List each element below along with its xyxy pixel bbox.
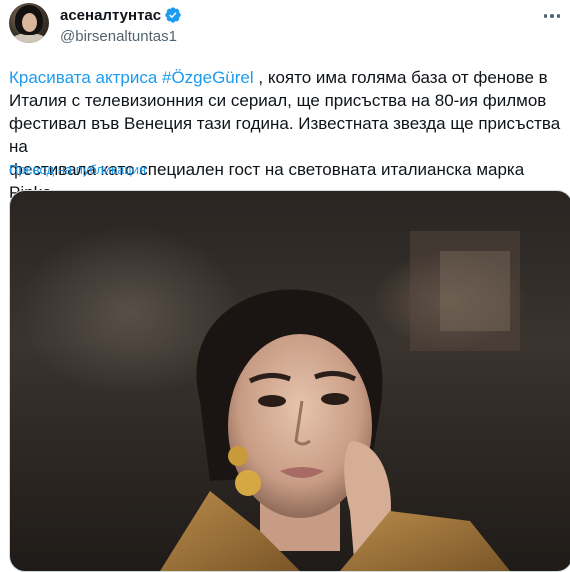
verified-badge-icon: [165, 7, 181, 23]
tweet-text-line: фестивал във Венеция тази година. Извест…: [9, 114, 561, 156]
more-dot: [543, 14, 548, 18]
more-options-icon[interactable]: [540, 4, 564, 28]
tweet-text-segment: , която има голяма база от фенове в: [253, 68, 548, 87]
tweet: асеналтунтас @birsenaltuntas1 Красивата …: [0, 0, 570, 572]
avatar[interactable]: [9, 3, 49, 43]
display-name[interactable]: асеналтунтас: [60, 7, 161, 25]
more-dot: [556, 14, 561, 18]
more-dot: [550, 14, 554, 18]
portrait-photo: [160, 231, 520, 571]
handle[interactable]: @birsenaltuntas1: [60, 28, 177, 46]
tweet-text: Красивата актриса #ÖzgeGürel , която има…: [9, 66, 561, 204]
avatar-face: [22, 13, 37, 32]
tweet-media-photo[interactable]: [9, 190, 570, 572]
tweet-text-line: Красивата актриса #ÖzgeGürel , която има…: [9, 66, 561, 89]
tweet-text-line: Италия с телевизионния си сериал, ще при…: [9, 91, 547, 110]
hashtag-link[interactable]: Красивата актриса #ÖzgeGürel: [9, 68, 254, 87]
translate-post-link[interactable]: Превод на публикация: [9, 161, 146, 178]
